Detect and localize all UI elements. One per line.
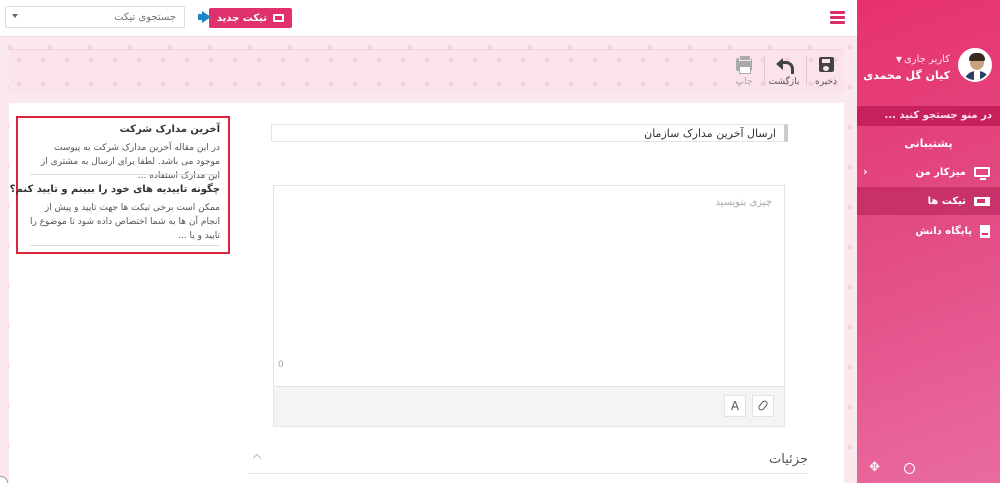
monitor-icon	[974, 167, 990, 180]
user-name: کیان گل محمدی	[863, 69, 950, 82]
knowledge-base-suggestions: آخرین مدارک شرکت در این مقاله آخرین مدار…	[10, 116, 230, 254]
user-profile[interactable]: کاربر جاری▼ کیان گل محمدی	[862, 48, 992, 88]
ticket-icon	[273, 14, 284, 22]
action-toolbar: ذخیره بازگشت چاپ	[9, 49, 844, 93]
kb-article-excerpt: ممکن است برخی تیکت ها جهت تایید و پیش از…	[29, 203, 220, 241]
details-title: جزئیات	[769, 452, 808, 467]
ticket-icon	[974, 196, 990, 206]
printer-icon	[736, 55, 752, 74]
sidebar-footer: ✥	[857, 461, 1000, 477]
divider	[30, 174, 220, 175]
chevron-up-icon[interactable]	[252, 453, 262, 463]
megaphone-icon[interactable]	[197, 11, 211, 23]
editor-toolbar: A	[274, 386, 784, 426]
hamburger-menu-icon[interactable]	[830, 11, 845, 24]
palette-icon[interactable]	[904, 463, 915, 474]
sidebar-item-label: پایگاه دانش	[915, 225, 972, 237]
print-button[interactable]: چاپ	[727, 55, 761, 89]
book-icon	[980, 224, 990, 238]
back-button[interactable]: بازگشت	[767, 55, 801, 89]
move-icon[interactable]: ✥	[869, 461, 880, 474]
user-role-dropdown[interactable]: کاربر جاری▼	[896, 54, 950, 65]
kb-article-excerpt: در این مقاله آخرین مدارک شرکت به پیوست م…	[40, 143, 220, 181]
attach-button[interactable]	[752, 395, 774, 417]
sidebar-item-knowledge-base[interactable]: پایگاه دانش	[857, 217, 1000, 245]
print-label: چاپ	[735, 77, 753, 87]
editor-placeholder: چیزی بنویسید	[715, 197, 772, 208]
kb-article-title[interactable]: آخرین مدارک شرکت	[30, 124, 220, 135]
sidebar-item-tickets[interactable]: تیکت ها	[857, 187, 1000, 215]
sidebar-item-label: میزکار من	[915, 166, 967, 178]
chevron-left-icon[interactable]: ‹	[863, 165, 868, 178]
character-count: 0	[278, 360, 284, 370]
kb-article-title[interactable]: چگونه تاییدیه های خود را ببینم و تایید ک…	[10, 184, 220, 195]
sidebar-item-label: تیکت ها	[927, 195, 966, 207]
font-format-button[interactable]: A	[724, 395, 746, 417]
subject-input[interactable]	[271, 124, 788, 142]
new-ticket-label: تیکت جدید	[216, 12, 267, 24]
kb-article[interactable]: چگونه تاییدیه های خود را ببینم و تایید ک…	[10, 184, 220, 243]
ticket-search-input[interactable]	[5, 6, 185, 28]
menu-search-input[interactable]: در منو جستجو کنید ...	[857, 106, 1000, 126]
back-arrow-icon	[776, 58, 794, 74]
top-bar: تیکت جدید	[0, 0, 857, 37]
back-label: بازگشت	[768, 77, 800, 87]
toolbar-divider	[806, 56, 807, 86]
paperclip-icon	[757, 399, 769, 412]
details-section-header[interactable]: جزئیات	[248, 446, 808, 474]
caret-down-icon: ▼	[895, 55, 902, 64]
message-editor[interactable]: چیزی بنویسید 0 A	[273, 185, 785, 427]
caret-down-icon[interactable]	[12, 14, 18, 18]
new-ticket-button[interactable]: تیکت جدید	[208, 8, 292, 28]
save-icon	[819, 57, 834, 72]
sidebar: کاربر جاری▼ کیان گل محمدی در منو جستجو ک…	[857, 0, 1000, 483]
save-button[interactable]: ذخیره	[809, 55, 843, 89]
divider	[30, 245, 220, 246]
sidebar-section-heading: پشتیبانی	[904, 137, 953, 150]
save-label: ذخیره	[815, 77, 837, 87]
sidebar-item-dashboard[interactable]: میزکار من ‹	[857, 158, 1000, 186]
avatar[interactable]	[958, 48, 992, 82]
user-role-label: کاربر جاری	[903, 54, 950, 65]
toolbar-divider	[764, 56, 765, 86]
